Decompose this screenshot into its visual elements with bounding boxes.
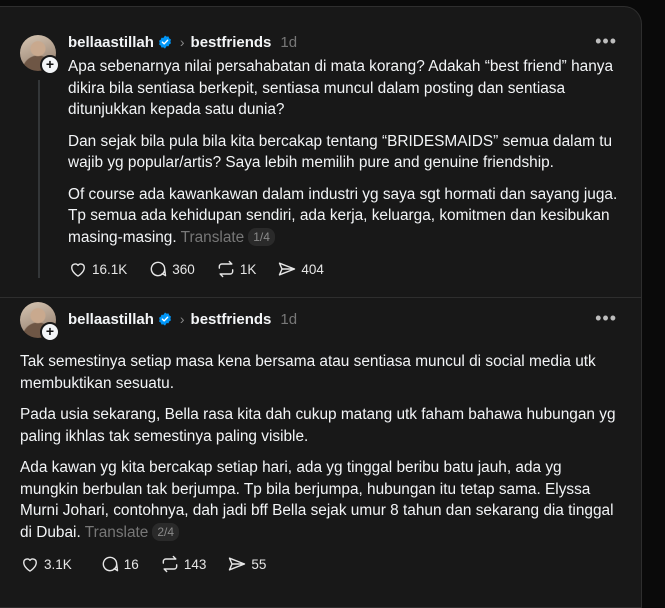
- share-button[interactable]: 55: [227, 554, 266, 574]
- comment-icon: [102, 556, 118, 572]
- reply-button[interactable]: 360: [148, 259, 195, 279]
- repost-button[interactable]: 1K: [216, 259, 257, 279]
- reply-count: 360: [172, 261, 195, 277]
- chevron-right-icon: ›: [179, 34, 185, 50]
- thread-counter-badge: 1/4: [248, 227, 275, 246]
- post-2: + bellaastillah › bestfriends 1d ••• Tak…: [0, 297, 641, 601]
- follow-plus-icon[interactable]: +: [40, 55, 60, 75]
- share-button[interactable]: 404: [277, 259, 324, 279]
- post-body: Apa sebenarnya nilai persahabatan di mat…: [68, 56, 624, 248]
- repost-button[interactable]: 143: [160, 554, 207, 574]
- timestamp[interactable]: 1d: [280, 311, 297, 328]
- like-button[interactable]: 16.1K: [68, 259, 127, 279]
- chevron-right-icon: ›: [179, 311, 185, 327]
- paragraph-last: Ada kawan yg kita bercakap setiap hari, …: [20, 457, 624, 543]
- action-bar: 3.1K 16 143 55: [20, 554, 266, 574]
- paragraph: Dan sejak bila pula bila kita bercakap t…: [68, 132, 613, 172]
- follow-plus-icon[interactable]: +: [40, 322, 60, 342]
- action-bar: 16.1K 360 1K 404: [68, 259, 324, 279]
- translate-link[interactable]: Translate: [181, 229, 245, 246]
- paragraph: Tak semestinya setiap masa kena bersama …: [20, 353, 596, 392]
- post-1: + bellaastillah › bestfriends 1d ••• Apa…: [0, 7, 641, 297]
- thread-card: + bellaastillah › bestfriends 1d ••• Apa…: [0, 6, 642, 608]
- timestamp[interactable]: 1d: [280, 34, 297, 51]
- paragraph-text: Of course ada kawankawan dalam industri …: [68, 185, 618, 246]
- share-icon: [229, 557, 246, 571]
- repost-icon: [162, 555, 178, 573]
- paragraph: Apa sebenarnya nilai persahabatan di mat…: [68, 58, 614, 118]
- community-link[interactable]: bestfriends: [191, 311, 272, 328]
- share-icon: [279, 262, 296, 276]
- post-header: bellaastillah › bestfriends 1d: [68, 32, 297, 52]
- username[interactable]: bellaastillah: [68, 311, 154, 328]
- thread-counter-badge: 2/4: [152, 522, 180, 541]
- translate-link[interactable]: Translate: [85, 524, 149, 541]
- repost-count: 1K: [239, 261, 257, 277]
- community-link[interactable]: bestfriends: [191, 34, 272, 51]
- more-options-icon[interactable]: •••: [595, 31, 617, 52]
- reply-button[interactable]: 16: [100, 554, 139, 574]
- more-options-icon[interactable]: •••: [595, 308, 617, 329]
- repost-count: 143: [183, 556, 207, 572]
- comment-icon: [150, 261, 167, 277]
- heart-icon: [23, 558, 37, 572]
- post-body: Tak semestinya setiap masa kena bersama …: [20, 351, 624, 543]
- thread-connector-line: [38, 80, 40, 278]
- like-count: 3.1K: [44, 556, 72, 572]
- username[interactable]: bellaastillah: [68, 34, 154, 51]
- repost-icon: [218, 260, 234, 278]
- heart-icon: [71, 263, 85, 277]
- like-button[interactable]: 3.1K: [20, 554, 72, 574]
- verified-badge-icon: [158, 35, 171, 49]
- verified-badge-icon: [158, 312, 171, 326]
- reply-count: 16: [123, 556, 139, 572]
- paragraph-last: Of course ada kawankawan dalam industri …: [68, 184, 624, 249]
- share-count: 55: [251, 556, 267, 572]
- paragraph: Pada usia sekarang, Bella rasa kita dah …: [20, 406, 616, 445]
- like-count: 16.1K: [92, 261, 128, 277]
- post-header: bellaastillah › bestfriends 1d: [68, 309, 297, 329]
- share-count: 404: [301, 261, 324, 277]
